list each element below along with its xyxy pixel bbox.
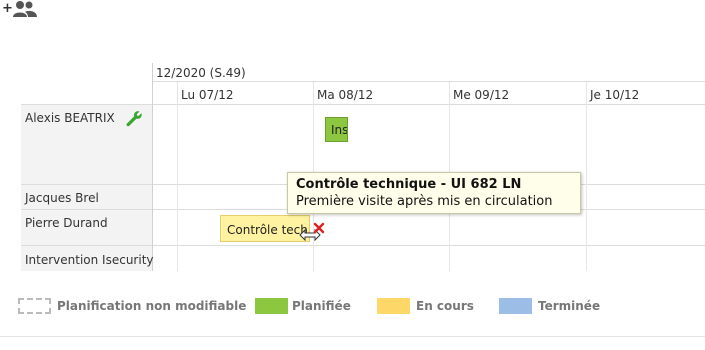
legend-swatch-non-modifiable bbox=[18, 298, 51, 314]
legend-swatch-planifiee bbox=[255, 298, 288, 314]
people-icon bbox=[13, 1, 37, 17]
legend-swatch-terminee bbox=[499, 298, 532, 314]
day-header-thu: Je 10/12 bbox=[590, 88, 640, 102]
grid-line bbox=[21, 245, 705, 246]
grid-line bbox=[586, 82, 587, 271]
grid-line bbox=[152, 63, 153, 271]
tooltip-title: Contrôle technique - UI 682 LN bbox=[296, 177, 522, 192]
legend-label-en-cours: En cours bbox=[416, 299, 474, 313]
week-label: 12/2020 (S.49) bbox=[156, 66, 246, 80]
tooltip-subtitle: Première visite après mis en circulation bbox=[296, 194, 553, 209]
legend-label-non-modifiable: Planification non modifiable bbox=[57, 299, 247, 313]
day-header-wed: Me 09/12 bbox=[453, 88, 510, 102]
grid-line bbox=[153, 81, 705, 82]
event-tooltip: Contrôle technique - UI 682 LN Première … bbox=[287, 172, 581, 214]
legend-swatch-en-cours bbox=[377, 298, 410, 314]
delete-event-icon[interactable] bbox=[313, 222, 325, 234]
event-pierre-controle-technique[interactable]: Contrôle techr bbox=[220, 215, 310, 242]
legend-label-planifiee: Planifiée bbox=[292, 299, 351, 313]
resource-alexis-beatrix[interactable]: Alexis BEATRIX bbox=[25, 111, 115, 125]
grid-line bbox=[21, 104, 705, 105]
resource-jacques-brel[interactable]: Jacques Brel bbox=[25, 191, 99, 205]
resource-intervention-isecurity[interactable]: Intervention Isecurity bbox=[25, 253, 154, 267]
day-header-tue: Ma 08/12 bbox=[317, 88, 374, 102]
divider bbox=[0, 336, 705, 337]
day-header-mon: Lu 07/12 bbox=[181, 88, 234, 102]
grid-line bbox=[177, 82, 178, 271]
event-alexis-ins[interactable]: Ins bbox=[325, 117, 348, 142]
legend-label-terminee: Terminée bbox=[538, 299, 601, 313]
wrench-icon[interactable] bbox=[125, 110, 143, 128]
add-people-button[interactable]: + bbox=[0, 0, 40, 22]
resource-pierre-durand[interactable]: Pierre Durand bbox=[25, 216, 108, 230]
resource-column-bg bbox=[21, 105, 153, 271]
